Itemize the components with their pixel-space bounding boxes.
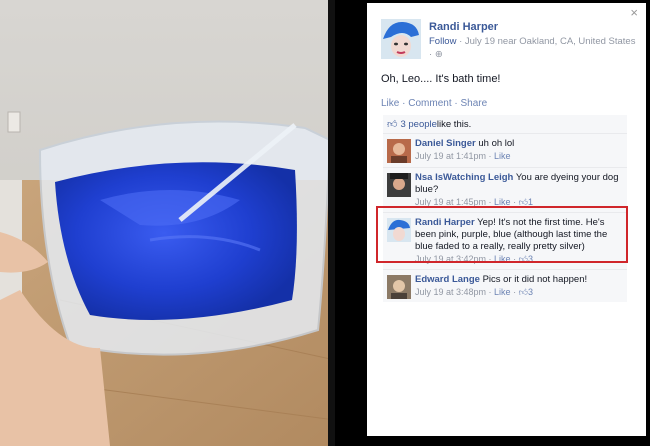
likes-summary: 👍︎ 3 people like this. bbox=[383, 115, 627, 134]
comment-likes-count[interactable]: 3 bbox=[528, 254, 533, 264]
dot-separator: · bbox=[510, 197, 519, 207]
comment-like-link[interactable]: Like bbox=[494, 287, 511, 297]
commenter-avatar[interactable] bbox=[387, 139, 411, 163]
comment-like-link[interactable]: Like bbox=[494, 254, 511, 264]
share-link[interactable]: Share bbox=[461, 98, 488, 109]
thumbs-up-icon: 👍︎ bbox=[387, 119, 398, 130]
comment-like-link[interactable]: Like bbox=[494, 197, 511, 207]
dot-separator: · bbox=[510, 287, 519, 297]
commenter-name[interactable]: Daniel Singer bbox=[415, 138, 476, 149]
likes-count-link[interactable]: 3 people bbox=[400, 119, 436, 130]
comment-item: Randi Harper Yep! It's not the first tim… bbox=[383, 213, 627, 270]
dot-separator: · bbox=[486, 151, 495, 161]
comment-likes-count[interactable]: 3 bbox=[528, 287, 533, 297]
comment-time[interactable]: July 19 at 3:48pm bbox=[415, 287, 486, 297]
comment-likes-count[interactable]: 1 bbox=[528, 197, 533, 207]
avatar-image bbox=[381, 19, 421, 59]
thumbs-up-icon: 👍︎ bbox=[518, 254, 528, 264]
globe-icon: ⊕ bbox=[434, 49, 443, 60]
post-timestamp-location: · July 19 near Oakland, CA, United State… bbox=[429, 36, 636, 60]
comment-item: Daniel Singer uh oh lol July 19 at 1:41p… bbox=[383, 134, 627, 168]
comment-item: Edward Lange Pics or it did not happen! … bbox=[383, 270, 627, 302]
comment-item: Nsa IsWatching Leigh You are dyeing your… bbox=[383, 168, 627, 213]
comment-time[interactable]: July 19 at 3:42pm bbox=[415, 254, 486, 264]
comment-time[interactable]: July 19 at 1:41pm bbox=[415, 151, 486, 161]
dot-separator: · bbox=[451, 98, 461, 109]
commenter-avatar[interactable] bbox=[387, 275, 411, 299]
post-actions: Like · Comment · Share bbox=[381, 98, 487, 109]
post-meta: Follow · July 19 near Oakland, CA, Unite… bbox=[429, 35, 639, 61]
author-avatar[interactable] bbox=[381, 19, 421, 59]
follow-link[interactable]: Follow bbox=[429, 36, 456, 47]
dot-separator: · bbox=[510, 254, 519, 264]
post-status-text: Oh, Leo.... It's bath time! bbox=[381, 73, 501, 85]
likes-suffix: like this. bbox=[436, 118, 472, 130]
like-link[interactable]: Like bbox=[381, 98, 399, 109]
commenter-name[interactable]: Nsa IsWatching Leigh bbox=[415, 172, 513, 183]
commenter-avatar[interactable] bbox=[387, 173, 411, 197]
author-name[interactable]: Randi Harper bbox=[429, 21, 498, 33]
comment-text: uh oh lol bbox=[475, 138, 515, 149]
commenter-name[interactable]: Randi Harper bbox=[415, 217, 475, 228]
post-panel: × Randi Harper Follow · July 19 near Oak… bbox=[367, 3, 646, 436]
comment-like-link[interactable]: Like bbox=[494, 151, 511, 161]
comment-text: Pics or it did not happen! bbox=[479, 274, 588, 285]
comment-time[interactable]: July 19 at 1:45pm bbox=[415, 197, 486, 207]
dot-separator: · bbox=[486, 197, 495, 207]
thumbs-up-icon: 👍︎ bbox=[518, 197, 528, 207]
commenter-name[interactable]: Edward Lange bbox=[415, 274, 480, 285]
thumbs-up-icon: 👍︎ bbox=[518, 287, 528, 297]
dot-separator: · bbox=[486, 254, 495, 264]
comments-box: 👍︎ 3 people like this. Daniel Singer uh … bbox=[383, 115, 627, 302]
dot-separator: · bbox=[399, 98, 409, 109]
commenter-avatar[interactable] bbox=[387, 218, 411, 242]
post-photo[interactable] bbox=[0, 0, 335, 446]
dot-separator: · bbox=[486, 287, 495, 297]
close-icon[interactable]: × bbox=[630, 5, 638, 20]
blue-dye-container-image bbox=[0, 0, 335, 446]
comment-link[interactable]: Comment bbox=[408, 98, 451, 109]
